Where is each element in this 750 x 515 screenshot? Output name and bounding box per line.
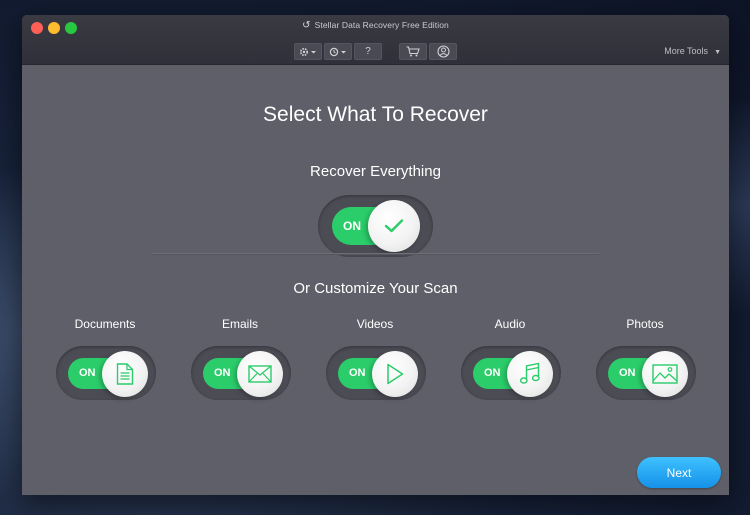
toggle-knob[interactable] (237, 351, 283, 397)
help-button[interactable]: ? (354, 43, 382, 60)
gear-icon (299, 47, 316, 56)
toolbar-left-group: ? (294, 43, 382, 60)
more-tools-label: More Tools (664, 46, 709, 56)
account-button[interactable] (429, 43, 457, 60)
audio-label: Audio (494, 317, 526, 331)
checkmark-icon (384, 219, 404, 233)
toggle-state-label: ON (619, 367, 636, 379)
more-tools-menu[interactable]: More Tools ▼ (664, 46, 721, 56)
toggle-state-label: ON (214, 367, 231, 379)
customize-scan-heading: Or Customize Your Scan (293, 280, 458, 297)
cart-button[interactable] (399, 43, 427, 60)
toggle-knob[interactable] (507, 351, 553, 397)
toggle-knob[interactable] (642, 351, 688, 397)
play-icon (387, 363, 404, 385)
toggle-state-label: ON (484, 367, 501, 379)
emails-label: Emails (221, 317, 258, 331)
documents-label: Documents (74, 317, 136, 331)
document-icon (116, 363, 134, 385)
documents-toggle[interactable]: ON (56, 346, 156, 400)
music-note-icon (519, 362, 540, 384)
toggle-state-label: ON (349, 367, 366, 379)
emails-toggle[interactable]: ON (191, 346, 291, 400)
image-icon (652, 364, 678, 384)
cart-icon (406, 46, 420, 57)
help-icon: ? (365, 46, 371, 57)
photos-label: Photos (626, 317, 664, 331)
photos-toggle[interactable]: ON (596, 346, 696, 400)
app-window: ↺ Stellar Data Recovery Free Edition ? M… (22, 15, 729, 495)
next-button[interactable]: Next (637, 457, 721, 488)
videos-label: Videos (356, 317, 394, 331)
toggle-state-label: ON (343, 219, 361, 233)
recover-everything-label: Recover Everything (310, 163, 441, 180)
history-icon (329, 47, 346, 56)
recover-everything-toggle[interactable]: ON (318, 195, 433, 257)
title-bar: ↺ Stellar Data Recovery Free Edition ? M… (22, 15, 729, 65)
page-title: Select What To Recover (263, 103, 488, 126)
envelope-icon (248, 365, 272, 383)
window-title-wrap: ↺ Stellar Data Recovery Free Edition (22, 20, 729, 31)
toggle-knob[interactable] (368, 200, 420, 252)
videos-toggle[interactable]: ON (326, 346, 426, 400)
section-divider (152, 253, 599, 254)
settings-button[interactable] (294, 43, 322, 60)
toolbar-right-group (399, 43, 457, 60)
toggle-state-label: ON (79, 367, 96, 379)
main-content: Select What To Recover Recover Everythin… (22, 65, 729, 495)
toggle-knob[interactable] (102, 351, 148, 397)
audio-toggle[interactable]: ON (461, 346, 561, 400)
stellar-logo-icon: ↺ (302, 20, 311, 31)
account-icon (436, 45, 450, 58)
window-title: Stellar Data Recovery Free Edition (314, 20, 449, 30)
caret-down-icon: ▼ (714, 49, 721, 56)
history-button[interactable] (324, 43, 352, 60)
toggle-knob[interactable] (372, 351, 418, 397)
